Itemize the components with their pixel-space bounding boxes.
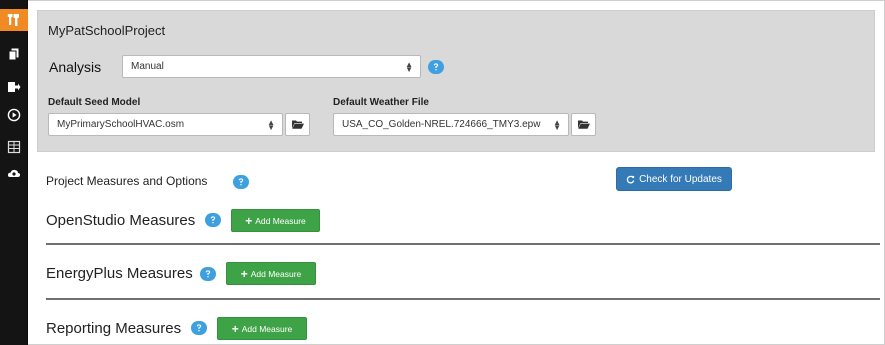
cloud-eye-icon [7,169,21,177]
folder-open-icon [577,120,590,129]
sidebar-item-results[interactable] [0,136,28,158]
weather-file-browse-button[interactable] [571,113,596,136]
select-arrows-icon: ▲ ▼ [553,118,561,132]
sidebar [0,0,28,345]
select-arrows-icon: ▲ ▼ [267,118,275,132]
select-arrows-icon: ▲ ▼ [405,60,413,74]
openstudio-add-measure-button[interactable]: + Add Measure [231,209,320,232]
sidebar-item-run[interactable] [0,104,28,126]
add-measure-label: Add Measure [241,323,293,334]
weather-file-select-value: USA_CO_Golden-NREL.724666_TMY3.epw [342,119,541,130]
refresh-icon [626,175,635,183]
section-divider [46,243,880,245]
sidebar-item-files[interactable] [0,43,28,65]
sidebar-item-export[interactable] [0,76,28,98]
play-icon [7,108,21,122]
project-name: MyPatSchoolProject [48,23,166,38]
section-divider [46,298,880,300]
reporting-add-measure-button[interactable]: + Add Measure [217,317,307,340]
reporting-measures-help-icon[interactable] [191,321,207,335]
seed-model-select[interactable]: MyPrimarySchoolHVAC.osm ▲ ▼ [48,113,283,136]
reporting-measures-title: Reporting Measures [46,320,182,337]
seed-model-label: Default Seed Model [48,97,141,108]
weather-file-label: Default Weather File [333,97,429,108]
folder-open-icon [291,120,304,129]
sidebar-item-project[interactable] [0,9,28,31]
openstudio-measures-title: OpenStudio Measures [46,212,196,229]
files-icon [8,48,19,61]
energyplus-measures-title: EnergyPlus Measures [46,265,193,282]
analysis-select-value: Manual [131,61,164,72]
check-for-updates-button[interactable]: Check for Updates [616,167,732,191]
export-icon [8,82,21,92]
check-for-updates-label: Check for Updates [639,173,722,185]
tools-icon [7,14,19,26]
plus-icon: + [231,321,239,336]
plus-icon: + [240,266,248,281]
plus-icon: + [245,213,253,228]
add-measure-label: Add Measure [255,215,306,226]
project-measures-title: Project Measures and Options [46,174,208,188]
analysis-label: Analysis [49,59,102,75]
project-settings-panel: MyPatSchoolProject Analysis Manual ▲ ▼ De… [37,10,875,152]
weather-file-select[interactable]: USA_CO_Golden-NREL.724666_TMY3.epw ▲ ▼ [333,113,569,136]
openstudio-measures-help-icon[interactable] [205,213,221,227]
main-content: MyPatSchoolProject Analysis Manual ▲ ▼ De… [28,0,885,345]
add-measure-label: Add Measure [250,268,302,279]
energyplus-add-measure-button[interactable]: + Add Measure [226,262,316,285]
seed-model-browse-button[interactable] [285,113,310,136]
seed-model-select-value: MyPrimarySchoolHVAC.osm [57,119,185,130]
project-measures-help-icon[interactable] [233,175,249,189]
analysis-help-icon[interactable] [428,60,444,74]
results-icon [7,140,21,154]
energyplus-measures-help-icon[interactable] [200,267,216,281]
sidebar-item-cloud[interactable] [0,163,28,185]
analysis-select[interactable]: Manual ▲ ▼ [122,55,421,78]
